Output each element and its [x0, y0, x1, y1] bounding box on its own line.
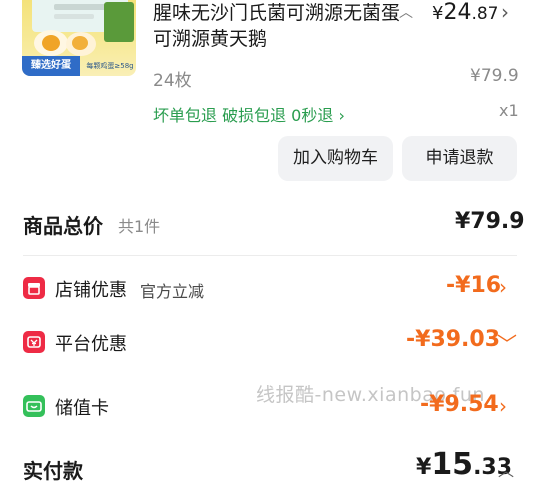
yolk-art	[72, 36, 88, 50]
goods-total-value: ¥79.9	[455, 209, 525, 234]
product-thumbnail[interactable]: 臻选好蛋 每颗鸡蛋≥58g	[22, 0, 136, 76]
thumbnail-note: 每颗鸡蛋≥58g	[86, 62, 134, 70]
card-icon	[23, 395, 45, 417]
stored-value-card-label: 储值卡	[55, 398, 109, 419]
stored-value-card-value[interactable]: -¥9.54	[420, 392, 499, 417]
actual-payment-label: 实付款	[23, 459, 83, 483]
add-to-cart-button[interactable]: 加入购物车	[278, 136, 393, 181]
service-text: 坏单包退 破损包退 0秒退	[153, 106, 334, 125]
goods-count: 共1件	[118, 217, 161, 236]
chevron-down-icon[interactable]: ﹀	[497, 328, 517, 357]
thumbnail-pack-art	[104, 2, 134, 42]
original-price: ¥79.9	[470, 66, 519, 86]
product-spec: 24枚	[153, 71, 192, 91]
product-price: ¥24.87	[432, 0, 499, 25]
platform-discount-value[interactable]: -¥39.03	[406, 327, 500, 352]
divider	[23, 255, 517, 256]
chevron-up-icon[interactable]: ︿	[399, 2, 413, 22]
shop-discount-label: 店铺优惠	[55, 280, 127, 301]
price-currency: ¥	[432, 3, 444, 24]
platform-discount-label: 平台优惠	[55, 334, 127, 355]
chevron-right-icon: ›	[338, 106, 345, 125]
shop-discount-value[interactable]: -¥16	[446, 273, 501, 298]
shop-discount-subtitle: 官方立减	[140, 282, 205, 301]
price-integer: 24	[443, 0, 472, 25]
store-icon	[23, 277, 45, 299]
product-title[interactable]: 腥味无沙门氏菌可溯源无菌蛋可溯源黄天鹅	[153, 0, 403, 52]
price-decimal: .87	[471, 4, 499, 24]
goods-total-label: 商品总价	[23, 214, 103, 238]
chevron-right-icon[interactable]: ›	[499, 275, 507, 299]
coupon-icon	[23, 331, 45, 353]
chevron-right-icon[interactable]: ›	[501, 0, 509, 24]
request-refund-button[interactable]: 申请退款	[402, 136, 517, 181]
chevron-up-icon[interactable]: ︿	[498, 457, 514, 481]
quantity: x1	[499, 101, 519, 120]
chevron-right-icon[interactable]: ›	[499, 394, 507, 418]
payment-currency: ¥	[416, 455, 432, 480]
thumbnail-tag: 臻选好蛋	[22, 56, 80, 76]
payment-integer: 15	[431, 447, 474, 482]
service-guarantees[interactable]: 坏单包退 破损包退 0秒退 ›	[153, 102, 345, 126]
yolk-art	[42, 35, 60, 51]
